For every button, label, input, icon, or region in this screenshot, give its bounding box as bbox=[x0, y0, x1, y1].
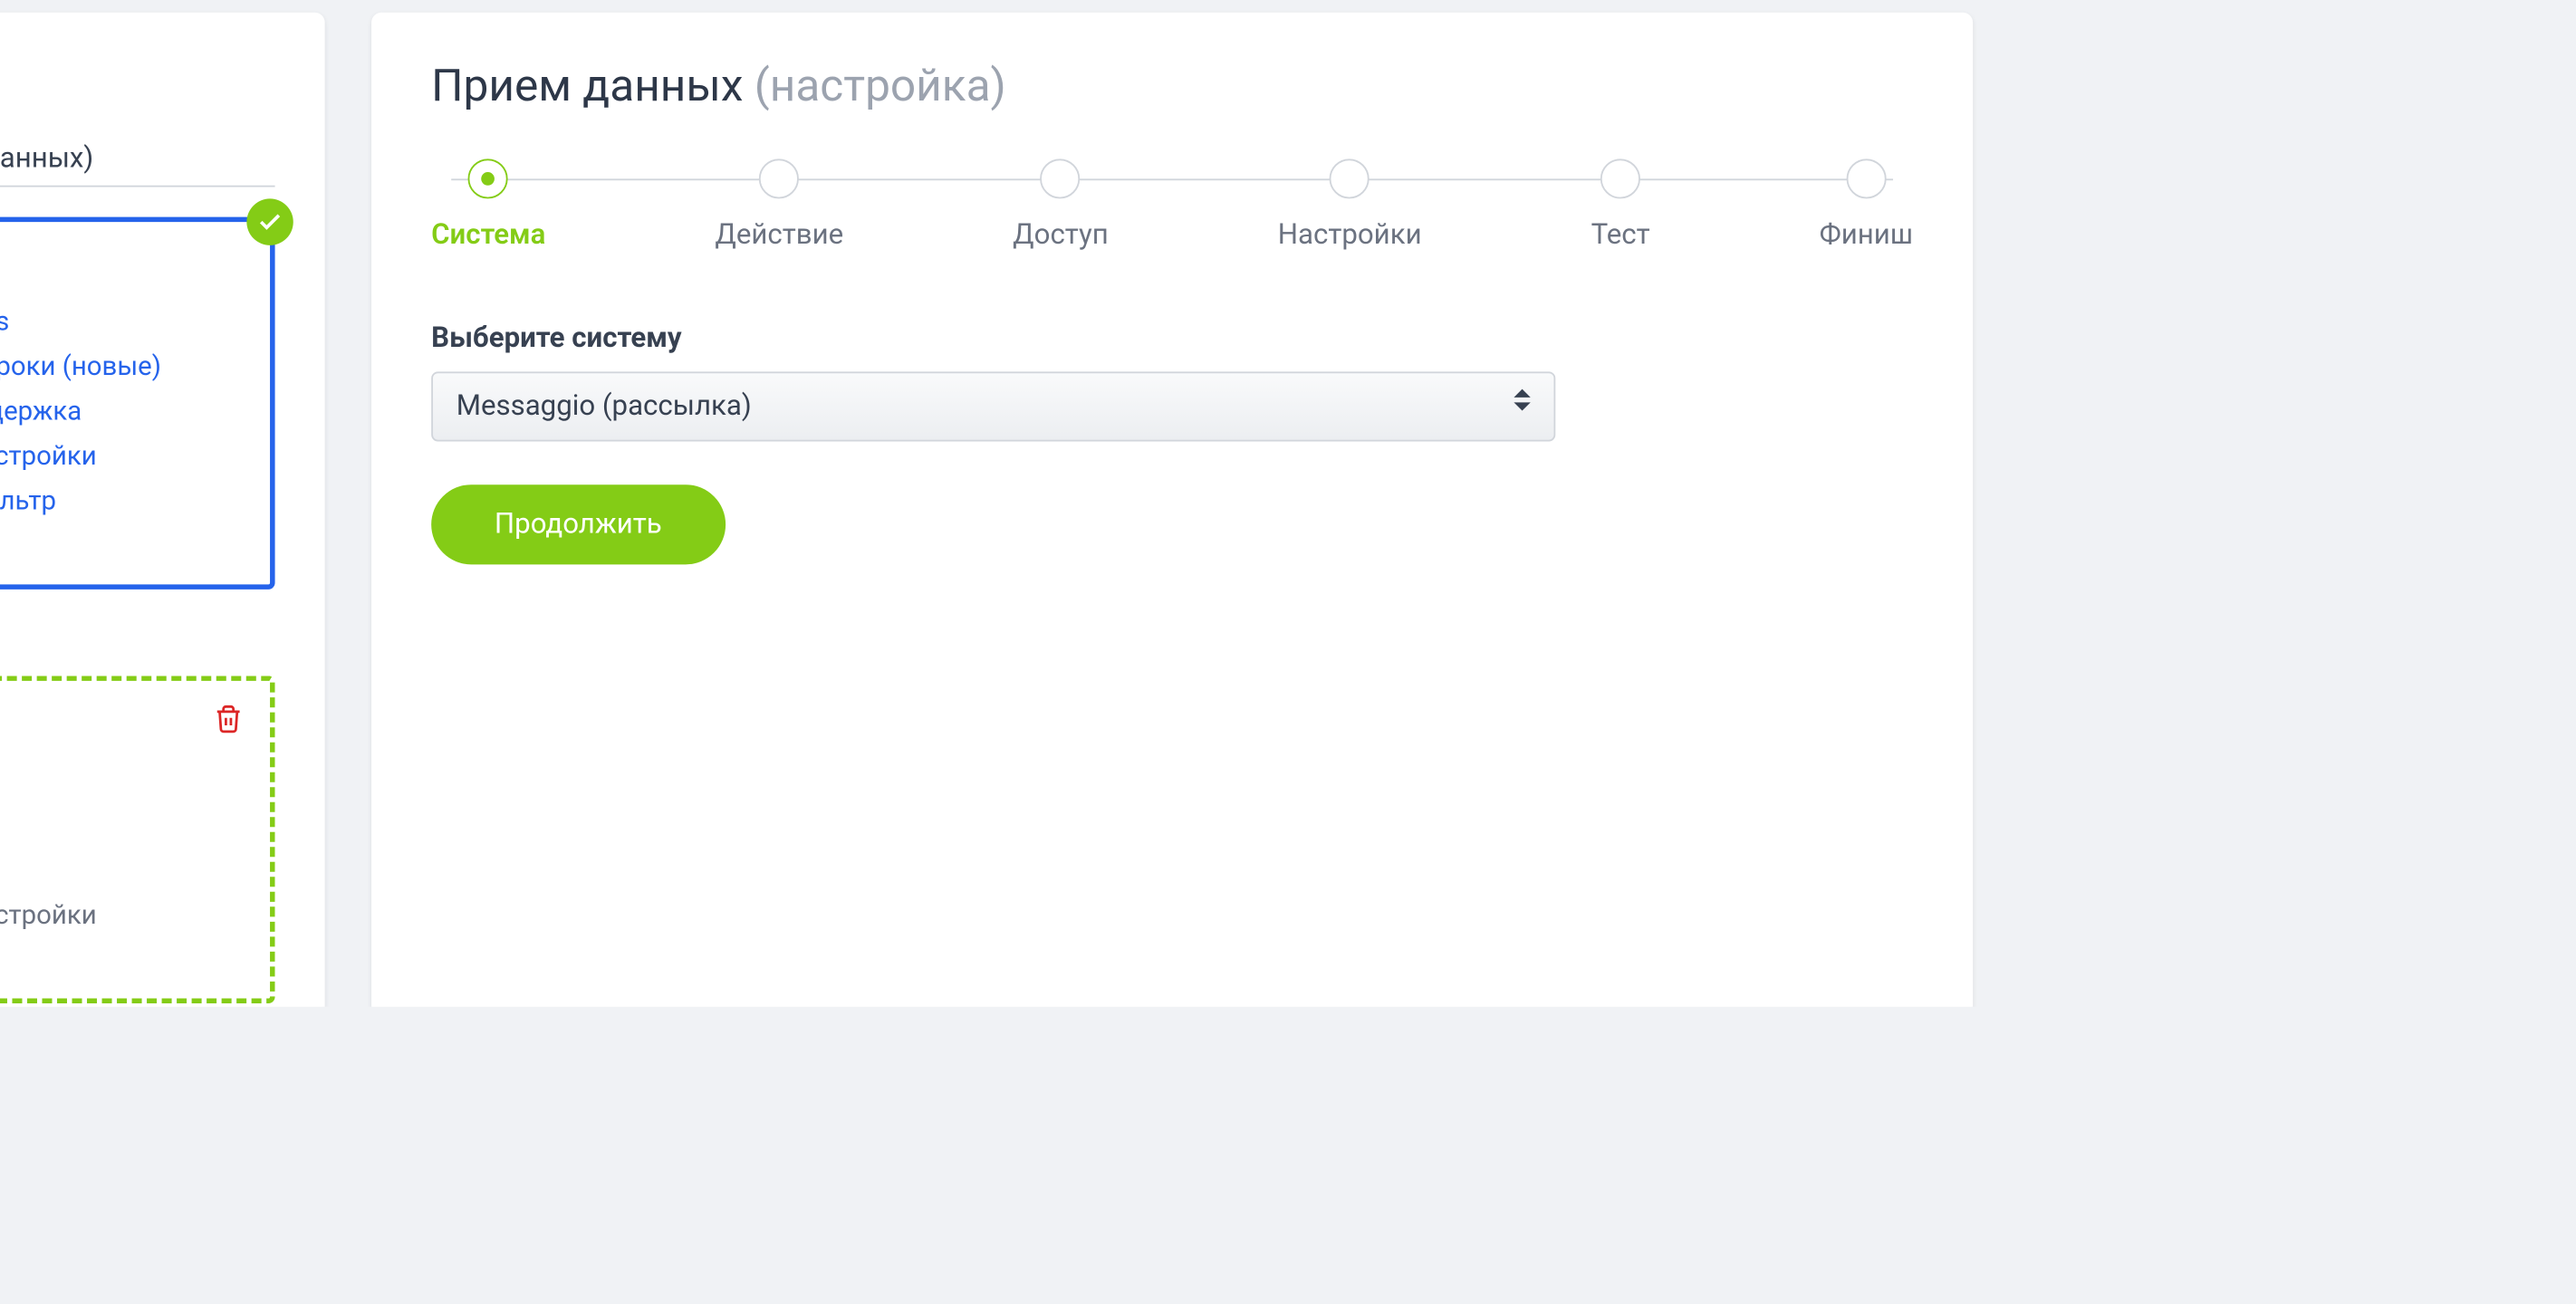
step-access[interactable]: Доступ bbox=[1013, 158, 1109, 252]
source-action-link[interactable]: Загрузить строки (новые) bbox=[0, 350, 244, 381]
source-system-link[interactable]: Google Sheets bbox=[0, 305, 244, 337]
source-filter-link[interactable]: изменить фильтр bbox=[0, 484, 244, 516]
destination-box[interactable]: 2 ПРИЕМ ДАННЫХ Система(не указано) Дейст… bbox=[0, 676, 275, 1003]
continue-button[interactable]: Продолжить bbox=[431, 484, 725, 564]
dest-settings-value: изменить настройки bbox=[0, 898, 244, 930]
step-test[interactable]: Тест bbox=[1591, 158, 1650, 252]
dest-system-link[interactable]: (не указано) bbox=[0, 764, 244, 796]
step-action[interactable]: Действие bbox=[715, 158, 843, 252]
source-test-link[interactable]: проверить bbox=[0, 530, 244, 561]
connection-name-heading: Название связи bbox=[0, 59, 275, 112]
dest-action-value: (не указано) bbox=[0, 809, 244, 840]
step-settings[interactable]: Настройки bbox=[1278, 158, 1422, 252]
connection-name-input[interactable]: GOOGLE SHEETS -> (прием данных) bbox=[0, 142, 275, 187]
source-settings-link[interactable]: изменить настройки bbox=[0, 440, 244, 472]
stepper: Система Действие Доступ Настройки Тест Ф… bbox=[431, 158, 1913, 252]
step-system[interactable]: Система bbox=[431, 158, 545, 252]
system-select[interactable]: Messaggio (рассылка) bbox=[431, 371, 1555, 441]
dest-access-value: (не указано) bbox=[0, 854, 244, 886]
setup-card: Прием данных (настройка) Система Действи… bbox=[371, 13, 1973, 1007]
source-box[interactable]: 1 ИСТОЧНИК ДАННЫХ СистемаGoogle Sheets Д… bbox=[0, 217, 275, 590]
setup-title: Прием данных (настройка) bbox=[431, 59, 1913, 112]
source-access-link[interactable]: Support Поддержка bbox=[0, 395, 244, 427]
connection-sidebar-card: Название связи GOOGLE SHEETS -> (прием д… bbox=[0, 13, 325, 1007]
trash-icon[interactable] bbox=[214, 705, 244, 741]
content: Связи Главная / Связи / GOOGLE SHEETS ->… bbox=[0, 0, 1989, 1007]
step-finish[interactable]: Финиш bbox=[1820, 158, 1913, 252]
check-icon bbox=[246, 198, 293, 244]
dest-test-value: проверить bbox=[0, 944, 244, 975]
select-system-label: Выберите систему bbox=[431, 321, 1913, 355]
